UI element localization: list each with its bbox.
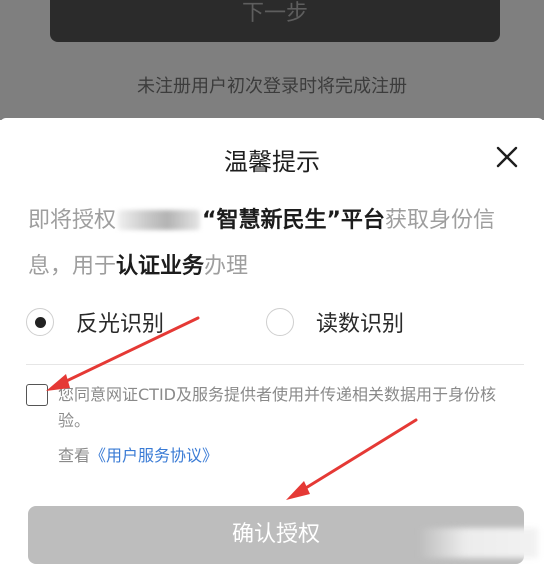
agreement-row: 查看《用户服务协议》 (58, 442, 218, 466)
authorization-dialog: 温馨提示 即将授权 “智慧新民生”平台获取身份信息，用于认证业务办理 反光识别 读… (0, 118, 544, 564)
user-agreement-link[interactable]: 《用户服务协议》 (90, 446, 218, 465)
radio-unselected-icon[interactable] (266, 308, 294, 336)
auth-suffix: 办理 (204, 254, 249, 279)
business-name: 认证业务 (116, 254, 205, 279)
divider (26, 364, 524, 365)
register-hint: 未注册用户初次登录时将完成注册 (137, 76, 407, 97)
dialog-title: 温馨提示 (224, 148, 320, 176)
option-reading[interactable]: 读数识别 (266, 302, 404, 342)
image-artifact (418, 528, 538, 558)
recognition-options: 反光识别 读数识别 (26, 302, 526, 342)
consent-checkbox[interactable] (26, 384, 48, 406)
authorization-message: 即将授权 “智慧新民生”平台获取身份信息，用于认证业务办理 (28, 198, 523, 290)
option-label: 反光识别 (76, 312, 165, 337)
consent-text: 您同意网证CTID及服务提供者使用并传递相关数据用于身份核验。 (58, 385, 496, 430)
background-page: 下一步 未注册用户初次登录时将完成注册 (0, 0, 544, 120)
close-button[interactable] (492, 142, 522, 172)
platform-name: “智慧新民生”平台 (202, 208, 385, 233)
redacted-app-name (118, 210, 201, 230)
close-icon (496, 146, 518, 168)
auth-prefix: 即将授权 (28, 208, 117, 233)
option-reflective[interactable]: 反光识别 (26, 302, 164, 342)
view-prefix: 查看 (58, 446, 91, 465)
next-step-button: 下一步 (50, 0, 500, 42)
option-label: 读数识别 (316, 312, 405, 337)
radio-selected-icon[interactable] (26, 308, 54, 336)
